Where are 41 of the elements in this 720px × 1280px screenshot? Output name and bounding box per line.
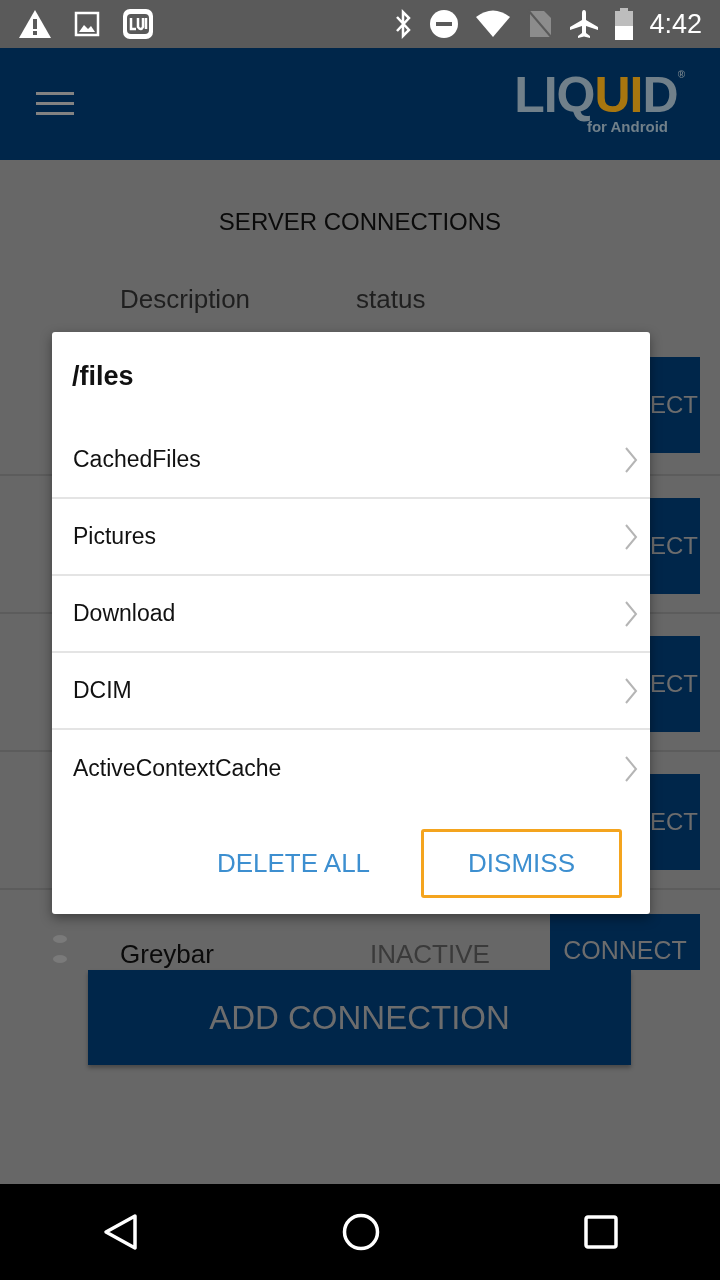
app-icon bbox=[122, 8, 154, 40]
warning-icon bbox=[18, 9, 52, 39]
image-icon bbox=[74, 11, 100, 37]
column-header: Description bbox=[120, 283, 251, 316]
connection-name: Greybar bbox=[120, 938, 214, 971]
connect-button[interactable]: ECT bbox=[650, 636, 700, 732]
wifi-icon bbox=[475, 10, 512, 38]
chevron-right-icon bbox=[624, 523, 638, 550]
folder-item[interactable]: DCIM bbox=[52, 653, 650, 730]
back-icon[interactable] bbox=[102, 1213, 138, 1251]
folder-item[interactable]: Pictures bbox=[52, 499, 650, 576]
chevron-right-icon bbox=[624, 600, 638, 627]
clock-time: 4:42 bbox=[649, 7, 702, 41]
folder-item[interactable]: ActiveContextCache bbox=[52, 730, 650, 807]
dialog-button[interactable]: DELETE ALL bbox=[203, 829, 384, 898]
folder-item[interactable]: Download bbox=[52, 576, 650, 653]
folder-name: Download bbox=[73, 599, 176, 629]
folder-name: CachedFiles bbox=[73, 445, 201, 475]
folder-name: ActiveContextCache bbox=[73, 754, 282, 784]
battery-icon bbox=[615, 8, 634, 40]
screen-title: SERVER CONNECTIONS bbox=[217, 207, 503, 237]
recents-icon[interactable] bbox=[584, 1215, 618, 1249]
no-sim-icon bbox=[527, 9, 554, 39]
folder-item[interactable]: CachedFiles bbox=[52, 422, 650, 499]
chevron-right-icon bbox=[624, 677, 638, 704]
folder-name: DCIM bbox=[73, 676, 132, 706]
dialog-button[interactable]: DISMISS bbox=[421, 829, 622, 898]
dialog-title: /files bbox=[71, 360, 135, 393]
do-not-disturb-icon bbox=[429, 9, 460, 39]
airplane-icon bbox=[569, 9, 600, 39]
chevron-right-icon bbox=[624, 755, 638, 782]
connect-button[interactable]: ECT bbox=[650, 357, 700, 453]
connect-button[interactable]: ECT bbox=[650, 498, 700, 594]
folder-name: Pictures bbox=[73, 522, 157, 552]
connect-button[interactable]: CONNECT bbox=[550, 914, 700, 970]
connect-button[interactable]: ECT bbox=[650, 774, 700, 870]
chevron-right-icon bbox=[624, 446, 638, 473]
menu-icon[interactable] bbox=[36, 91, 74, 117]
home-icon[interactable] bbox=[342, 1213, 380, 1251]
add-connection-button[interactable]: ADD CONNECTION bbox=[88, 970, 631, 1065]
column-header: status bbox=[356, 283, 426, 316]
